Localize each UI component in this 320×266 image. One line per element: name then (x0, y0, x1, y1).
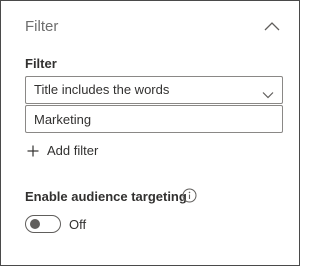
toggle-state-label: Off (69, 217, 87, 232)
chevron-up-icon[interactable] (263, 19, 281, 33)
info-icon[interactable] (182, 188, 197, 203)
filter-settings-panel: Filter Filter Title includes the words A… (0, 0, 300, 266)
filter-type-value: Title includes the words (34, 82, 170, 97)
audience-targeting-toggle[interactable] (25, 215, 61, 233)
add-filter-label: Add filter (47, 143, 99, 158)
audience-targeting-label: Enable audience targeting (25, 189, 187, 204)
toggle-knob (30, 219, 40, 229)
chevron-down-icon (262, 86, 274, 99)
add-filter-button[interactable]: Add filter (25, 141, 115, 161)
plus-icon (27, 144, 39, 157)
filter-type-dropdown[interactable]: Title includes the words (25, 76, 283, 104)
section-title: Filter (25, 18, 59, 35)
filter-keyword-input[interactable] (25, 105, 283, 133)
filter-section-header[interactable]: Filter (25, 15, 287, 43)
filter-label: Filter (25, 56, 57, 71)
